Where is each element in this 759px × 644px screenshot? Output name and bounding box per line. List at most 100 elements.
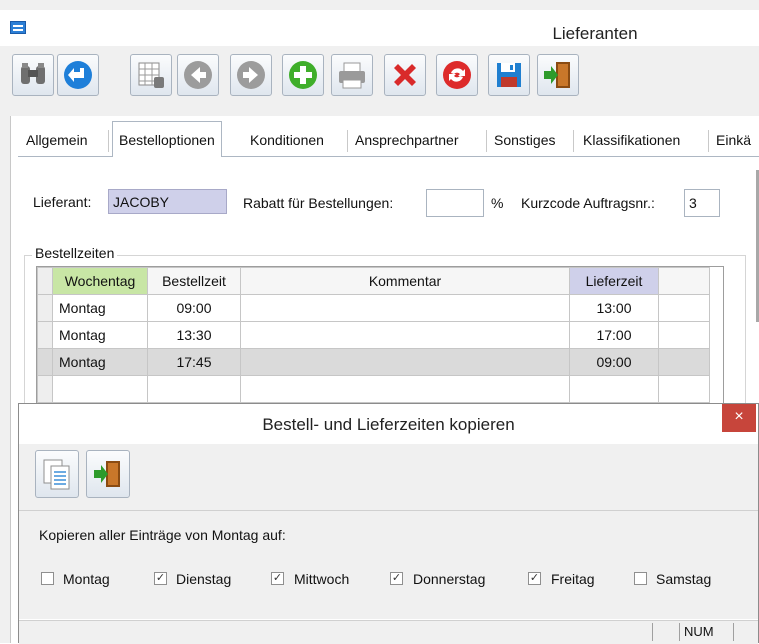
dialog-title: Bestell- und Lieferzeiten kopieren [262,415,515,434]
cell-lieferzeit[interactable]: 13:00 [569,294,659,322]
checkbox-samstag[interactable] [634,572,647,585]
lieferant-field[interactable]: JACOBY [108,189,227,214]
cell-lieferzeit[interactable] [569,375,659,403]
back-button[interactable] [57,54,99,96]
column-header-kommentar[interactable]: Kommentar [240,267,570,295]
tab-separator [573,130,574,152]
refresh-button[interactable] [436,54,478,96]
print-button[interactable] [331,54,373,96]
cell-wochentag[interactable]: Montag [52,321,148,349]
row-selector[interactable] [37,294,53,322]
dialog-statusbar [19,620,758,644]
checkmark-icon: ✓ [272,572,283,584]
refresh-icon [443,61,471,89]
column-header-empty [658,267,710,295]
row-selector[interactable] [37,321,53,349]
num-lock-indicator: NUM [684,624,714,639]
cell-empty [658,375,710,403]
row-selector[interactable] [37,375,53,403]
checkbox-mittwoch[interactable]: ✓ [271,572,284,585]
checkbox-label-donnerstag[interactable]: Donnerstag [413,571,485,587]
print-icon [339,62,365,89]
row-selector[interactable] [37,348,53,376]
checkbox-label-montag[interactable]: Montag [63,571,110,587]
grid-button[interactable] [130,54,172,96]
cell-lieferzeit[interactable]: 09:00 [569,348,659,376]
kurzcode-input[interactable]: 3 [684,189,720,217]
tab-konditionen[interactable]: Konditionen [250,124,324,156]
save-icon [497,63,521,87]
status-separator [733,623,734,641]
grid-list-icon [138,62,164,88]
bestellzeiten-grid[interactable]: Wochentag Bestellzeit Kommentar Lieferze… [36,266,724,408]
checkmark-icon: ✓ [391,572,402,584]
bestellzeiten-table: Wochentag Bestellzeit Kommentar Lieferze… [37,267,710,403]
tab-ansprechpartner[interactable]: Ansprechpartner [355,124,459,156]
kurzcode-label: Kurzcode Auftragsnr.: [521,195,655,211]
previous-button[interactable] [177,54,219,96]
tab-bestelloptionen[interactable]: Bestelloptionen [112,121,222,157]
cell-wochentag[interactable] [52,375,148,403]
checkbox-label-freitag[interactable]: Freitag [551,571,595,587]
table-row-selected[interactable]: Montag 17:45 09:00 [37,348,710,376]
previous-icon [184,61,212,89]
rabatt-label: Rabatt für Bestellungen: [243,195,394,211]
lieferant-label: Lieferant: [33,194,92,210]
tab-einkauf[interactable]: Einkä [716,124,751,156]
column-header-lieferzeit[interactable]: Lieferzeit [569,267,659,295]
save-button[interactable] [488,54,530,96]
dialog-exit-button[interactable] [86,450,130,498]
cell-kommentar[interactable] [240,321,570,349]
search-button[interactable] [12,54,54,96]
tab-separator [108,130,109,152]
cell-bestellzeit[interactable]: 13:30 [147,321,241,349]
cell-empty [658,294,710,322]
cell-kommentar[interactable] [240,375,570,403]
checkbox-freitag[interactable]: ✓ [528,572,541,585]
exit-door-icon [94,461,120,487]
dialog-close-button[interactable]: × [722,404,756,432]
table-row-new[interactable] [37,375,710,403]
cell-bestellzeit[interactable]: 17:45 [147,348,241,376]
status-separator [679,623,680,641]
next-button[interactable] [230,54,272,96]
copy-button[interactable] [35,450,79,498]
checkbox-label-samstag[interactable]: Samstag [656,571,711,587]
cell-empty [658,348,710,376]
cell-wochentag[interactable]: Montag [52,294,148,322]
exit-button[interactable] [537,54,579,96]
cell-bestellzeit[interactable] [147,375,241,403]
checkbox-donnerstag[interactable]: ✓ [390,572,403,585]
cell-kommentar[interactable] [240,348,570,376]
rabatt-input[interactable] [426,189,484,217]
delete-button[interactable] [384,54,426,96]
copy-pages-icon [43,459,70,490]
exit-door-icon [544,62,570,88]
checkbox-label-dienstag[interactable]: Dienstag [176,571,231,587]
column-header-wochentag[interactable]: Wochentag [52,267,148,295]
tab-separator [347,130,348,152]
table-row[interactable]: Montag 13:30 17:00 [37,321,710,349]
tab-allgemein[interactable]: Allgemein [26,124,87,156]
cell-bestellzeit[interactable]: 09:00 [147,294,241,322]
cell-empty [658,321,710,349]
close-icon: × [734,408,744,425]
app-icon[interactable] [10,21,26,34]
window-title: Lieferanten [552,24,638,43]
cell-lieferzeit[interactable]: 17:00 [569,321,659,349]
copy-instruction: Kopieren aller Einträge von Montag auf: [39,527,286,543]
checkbox-dienstag[interactable]: ✓ [154,572,167,585]
checkbox-label-mittwoch[interactable]: Mittwoch [294,571,349,587]
checkbox-montag[interactable] [41,572,54,585]
tab-sonstiges[interactable]: Sonstiges [494,124,555,156]
cell-wochentag[interactable]: Montag [52,348,148,376]
add-button[interactable] [282,54,324,96]
status-separator [652,623,653,641]
checkmark-icon: ✓ [155,572,166,584]
column-header-bestellzeit[interactable]: Bestellzeit [147,267,241,295]
cell-kommentar[interactable] [240,294,570,322]
table-row[interactable]: Montag 09:00 13:00 [37,294,710,322]
tab-klassifikationen[interactable]: Klassifikationen [583,124,680,156]
row-header-corner[interactable] [37,267,53,295]
back-arrow-icon [64,61,92,89]
